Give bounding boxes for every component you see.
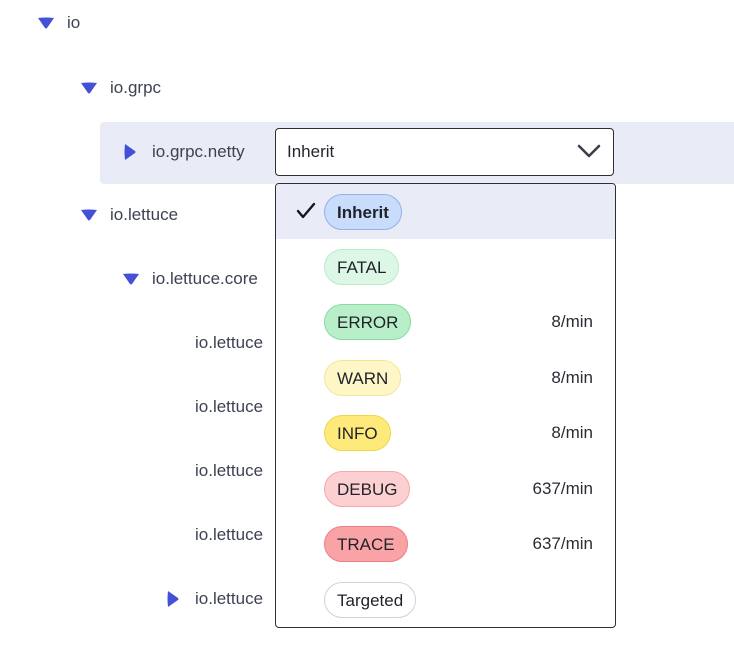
level-pill-fatal: FATAL — [324, 248, 400, 285]
checkmark-icon — [296, 202, 316, 225]
option-info[interactable]: INFO 8/min — [276, 405, 615, 460]
expanded-triangle-icon[interactable] — [36, 16, 56, 30]
chevron-down-icon[interactable] — [577, 143, 601, 164]
tree-row-label: io.lettuce.core — [152, 269, 258, 288]
option-targeted[interactable]: Targeted — [276, 572, 615, 627]
option-error[interactable]: ERROR 8/min — [276, 294, 615, 349]
tree-row-label: io.lettuce — [195, 525, 264, 544]
option-debug[interactable]: DEBUG 637/min — [276, 461, 615, 516]
level-pill-debug: DEBUG — [324, 470, 411, 507]
rate-text: 637/min — [532, 478, 593, 498]
tree-row-label: io.grpc — [110, 78, 162, 97]
level-pill-trace: TRACE — [324, 525, 408, 562]
log-level-dropdown: Inherit FATAL ERROR 8/min WARN 8/min INF… — [275, 183, 616, 628]
collapsed-triangle-icon[interactable] — [166, 589, 180, 609]
collapsed-triangle-icon[interactable] — [123, 142, 137, 162]
level-pill-warn: WARN — [324, 359, 402, 396]
tree-row-label: io — [67, 13, 81, 32]
rate-text: 8/min — [551, 367, 593, 387]
tree-row-label: io.grpc.netty — [152, 142, 245, 161]
rate-text: 637/min — [532, 533, 593, 553]
tree-row-label: io.lettuce — [195, 589, 264, 608]
tree-row-io[interactable]: io — [0, 3, 734, 43]
tree-row-label: io.lettuce — [195, 461, 264, 480]
level-pill-targeted: Targeted — [324, 581, 417, 618]
tree-row-io-grpc[interactable]: io.grpc — [0, 68, 734, 108]
rate-text: 8/min — [551, 422, 593, 442]
option-inherit[interactable]: Inherit — [276, 184, 615, 239]
tree-row-label: io.lettuce — [195, 397, 264, 416]
level-pill-inherit: Inherit — [324, 193, 402, 230]
expanded-triangle-icon[interactable] — [79, 208, 99, 222]
tree-row-label: io.lettuce — [195, 333, 264, 352]
log-level-select-value: Inherit — [287, 142, 335, 161]
tree-row-label: io.lettuce — [110, 205, 179, 224]
level-pill-info: INFO — [324, 414, 391, 451]
log-level-select[interactable]: Inherit — [275, 128, 614, 176]
rate-text: 8/min — [551, 311, 593, 331]
option-warn[interactable]: WARN 8/min — [276, 350, 615, 405]
option-fatal[interactable]: FATAL — [276, 239, 615, 294]
expanded-triangle-icon[interactable] — [121, 272, 141, 286]
option-trace[interactable]: TRACE 637/min — [276, 516, 615, 571]
expanded-triangle-icon[interactable] — [79, 81, 99, 95]
level-pill-error: ERROR — [324, 303, 412, 340]
